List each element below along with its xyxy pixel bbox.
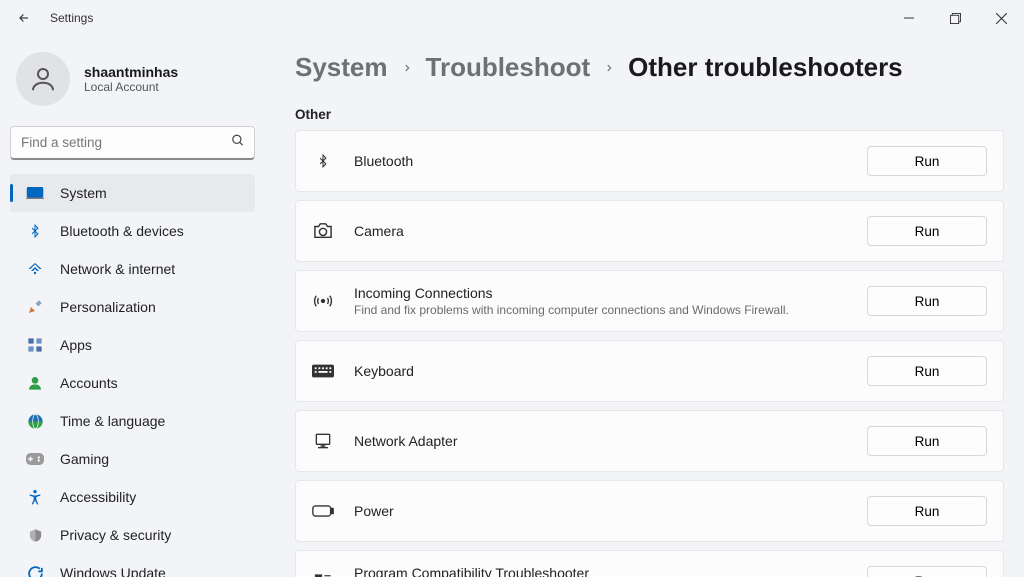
profile-subtitle: Local Account <box>84 80 178 94</box>
avatar <box>16 52 70 106</box>
troubleshooter-title: Camera <box>354 223 847 239</box>
troubleshooter-card: Camera Run <box>295 200 1004 262</box>
sidebar-item-label: Windows Update <box>60 565 166 577</box>
sidebar-item-bluetooth-devices[interactable]: Bluetooth & devices <box>10 212 255 250</box>
minimize-button[interactable] <box>886 0 932 36</box>
run-button[interactable]: Run <box>867 356 987 386</box>
troubleshooter-card: Network Adapter Run <box>295 410 1004 472</box>
breadcrumb-troubleshoot[interactable]: Troubleshoot <box>426 52 591 83</box>
bluetooth-icon <box>312 150 334 172</box>
sidebar-item-personalization[interactable]: Personalization <box>10 288 255 326</box>
sidebar-item-network-internet[interactable]: Network & internet <box>10 250 255 288</box>
sidebar-item-label: Network & internet <box>60 261 175 277</box>
sidebar-item-windows-update[interactable]: Windows Update <box>10 554 255 577</box>
sidebar-item-time-language[interactable]: Time & language <box>10 402 255 440</box>
run-button[interactable]: Run <box>867 426 987 456</box>
maximize-button[interactable] <box>932 0 978 36</box>
power-icon <box>312 500 334 522</box>
accounts-icon <box>26 374 44 392</box>
sidebar-item-privacy-security[interactable]: Privacy & security <box>10 516 255 554</box>
troubleshooter-title: Incoming Connections <box>354 285 847 301</box>
sidebar-item-label: Bluetooth & devices <box>60 223 184 239</box>
sidebar-item-label: Privacy & security <box>60 527 171 543</box>
troubleshooter-title: Bluetooth <box>354 153 847 169</box>
troubleshooter-card: Keyboard Run <box>295 340 1004 402</box>
sidebar: shaantminhas Local Account System Bluetoo… <box>0 36 265 577</box>
close-button[interactable] <box>978 0 1024 36</box>
troubleshooter-card: Bluetooth Run <box>295 130 1004 192</box>
privacy-icon <box>26 526 44 544</box>
personalization-icon <box>26 298 44 316</box>
run-button[interactable]: Run <box>867 146 987 176</box>
run-button[interactable]: Run <box>867 496 987 526</box>
troubleshooter-title: Program Compatibility Troubleshooter <box>354 565 847 577</box>
sidebar-item-label: Time & language <box>60 413 165 429</box>
camera-icon <box>312 220 334 242</box>
breadcrumb-system[interactable]: System <box>295 52 388 83</box>
network-icon <box>26 260 44 278</box>
troubleshooter-title: Keyboard <box>354 363 847 379</box>
breadcrumb-current: Other troubleshooters <box>628 52 902 83</box>
update-icon <box>26 564 44 577</box>
sidebar-item-label: Personalization <box>60 299 156 315</box>
gaming-icon <box>26 450 44 468</box>
apps-icon <box>26 336 44 354</box>
back-button[interactable] <box>14 8 34 28</box>
sidebar-item-label: Apps <box>60 337 92 353</box>
sidebar-item-accounts[interactable]: Accounts <box>10 364 255 402</box>
run-button[interactable]: Run <box>867 216 987 246</box>
time-icon <box>26 412 44 430</box>
sidebar-item-accessibility[interactable]: Accessibility <box>10 478 255 516</box>
bluetooth-icon <box>26 222 44 240</box>
run-button[interactable]: Run <box>867 566 987 577</box>
sidebar-item-label: Accounts <box>60 375 118 391</box>
troubleshooter-title: Network Adapter <box>354 433 847 449</box>
window-title: Settings <box>50 11 93 25</box>
sidebar-item-gaming[interactable]: Gaming <box>10 440 255 478</box>
sidebar-item-label: Gaming <box>60 451 109 467</box>
sidebar-item-system[interactable]: System <box>10 174 255 212</box>
profile[interactable]: shaantminhas Local Account <box>10 46 255 120</box>
system-icon <box>26 184 44 202</box>
troubleshooter-title: Power <box>354 503 847 519</box>
sidebar-item-label: System <box>60 185 107 201</box>
profile-name: shaantminhas <box>84 64 178 80</box>
troubleshooter-list: BluetoothRunCameraRunIncoming Connection… <box>295 130 1004 577</box>
keyboard-icon <box>312 360 334 382</box>
main-content: System Troubleshoot Other troubleshooter… <box>265 36 1024 577</box>
sidebar-item-label: Accessibility <box>60 489 136 505</box>
breadcrumb: System Troubleshoot Other troubleshooter… <box>295 52 1004 83</box>
sidebar-item-apps[interactable]: Apps <box>10 326 255 364</box>
nav: System Bluetooth & devices Network & inter… <box>10 174 255 577</box>
troubleshooter-desc: Find and fix problems with incoming comp… <box>354 303 847 317</box>
search-wrapper <box>10 126 255 160</box>
troubleshooter-card: Power Run <box>295 480 1004 542</box>
section-label: Other <box>295 107 1004 122</box>
troubleshooter-card: Incoming Connections Find and fix problem… <box>295 270 1004 332</box>
run-button[interactable]: Run <box>867 286 987 316</box>
titlebar: Settings <box>0 0 1024 36</box>
accessibility-icon <box>26 488 44 506</box>
chevron-right-icon <box>604 60 614 76</box>
troubleshooter-card: Program Compatibility TroubleshooterFind… <box>295 550 1004 577</box>
incoming-icon <box>312 290 334 312</box>
search-input[interactable] <box>10 126 255 160</box>
chevron-right-icon <box>402 60 412 76</box>
search-icon <box>231 134 245 153</box>
network-adapter-icon <box>312 430 334 452</box>
program-compat-icon <box>312 570 334 577</box>
